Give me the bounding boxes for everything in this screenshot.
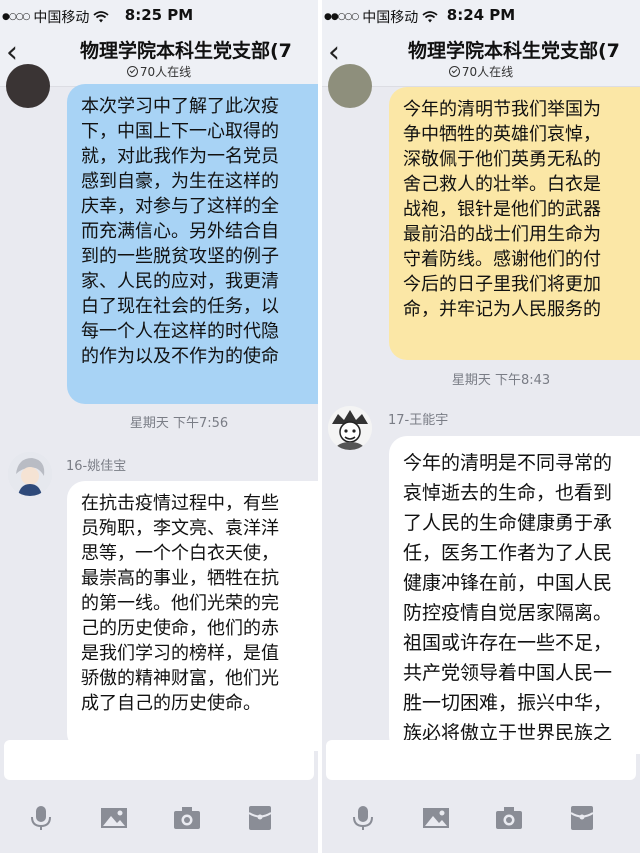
manga-avatar-icon: [328, 406, 372, 450]
message-line: 争中牺牲的英雄们哀悼，: [403, 124, 601, 145]
message-line: 胜一切困难，振兴中华，: [403, 692, 613, 714]
online-count: 70人在线: [139, 65, 192, 79]
message-line: 深敬佩于他们英勇无私的: [403, 149, 601, 170]
message-line: 而充满信心。另外结合自: [81, 221, 279, 242]
message-line: 己的历史使命，他们的赤: [81, 618, 279, 639]
timestamp: 星期天 下午8:43: [451, 373, 551, 388]
message-line: 是我们学习的榜样，是值: [81, 643, 279, 664]
message-line: 哀悼逝去的生命，也看到: [403, 482, 613, 504]
sender-name: 17-王能宇: [388, 413, 449, 428]
avatar[interactable]: [328, 64, 372, 108]
camera-icon[interactable]: [492, 801, 526, 835]
message-line: 的作为以及不作为的使命: [81, 346, 279, 367]
message-bubble[interactable]: 今年的清明节我们举国为 争中牺牲的英雄们哀悼， 深敬佩于他们英勇无私的 舍己救人…: [389, 87, 640, 360]
input-toolbar: [322, 787, 640, 853]
message-line: 今后的日子里我们将更加: [403, 274, 601, 295]
input-toolbar: [0, 787, 318, 853]
message-line: 下，中国上下一心取得的: [81, 121, 279, 142]
camera-icon[interactable]: [170, 801, 204, 835]
red-packet-icon[interactable]: [243, 801, 277, 835]
message-line: 就，对此我作为一名党员: [81, 146, 279, 167]
message-line: 感到自豪，为生在这样的: [81, 171, 279, 192]
image-icon[interactable]: [97, 801, 131, 835]
avatar[interactable]: [6, 64, 50, 108]
chat-screen-left: ●○○○ 中国移动 8:25 PM ‹ 物理学院本科生党支部(7 70人在线 本…: [0, 0, 318, 853]
message-line: 健康冲锋在前，中国人民: [403, 572, 613, 594]
status-time: 8:25 PM: [124, 6, 194, 24]
message-bubble[interactable]: 本次学习中了解了此次疫 下，中国上下一心取得的 就，对此我作为一名党员 感到自豪…: [67, 84, 318, 404]
message-line: 每一个人在这样的时代隐: [81, 321, 279, 342]
message-bubble[interactable]: 在抗击疫情过程中，有些 员殉职，李文亮、袁洋洋 思等，一个个白衣天使， 最崇高的…: [67, 481, 318, 751]
online-check-icon: [126, 66, 138, 77]
message-line: 庆幸，对参与了这样的全: [81, 196, 279, 217]
message-line: 防控疫情自觉居家隔离。: [403, 602, 613, 624]
chat-screen-right: ●●○○○ 中国移动 8:24 PM ‹ 物理学院本科生党支部(7 70人在线 …: [322, 0, 640, 853]
message-line: 在抗击疫情过程中，有些: [81, 493, 279, 514]
message-line: 思等，一个个白衣天使，: [81, 543, 279, 564]
microphone-icon[interactable]: [346, 801, 380, 835]
message-bubble[interactable]: 今年的清明是不同寻常的 哀悼逝去的生命，也看到 了人民的生命健康勇于承 任，医务…: [389, 436, 640, 754]
message-line: 本次学习中了解了此次疫: [81, 96, 279, 117]
online-count: 70人在线: [461, 65, 514, 79]
message-line: 今年的清明节我们举国为: [403, 99, 601, 120]
message-line: 白了现在社会的任务，以: [81, 296, 279, 317]
message-line: 的第一线。他们光荣的完: [81, 593, 279, 614]
message-line: 舍己救人的壮举。白衣是: [403, 174, 601, 195]
message-line: 到的一些脱贫攻坚的例子: [81, 246, 279, 267]
image-icon[interactable]: [419, 801, 453, 835]
cartoon-avatar-icon: [8, 452, 52, 496]
message-line: 骄傲的精神财富，他们光: [81, 668, 279, 689]
message-line: 任，医务工作者为了人民: [403, 542, 613, 564]
message-input[interactable]: [326, 740, 636, 780]
message-line: 守着防线。感谢他们的付: [403, 249, 601, 270]
timestamp: 星期天 下午7:56: [129, 416, 229, 431]
message-input[interactable]: [4, 740, 314, 780]
message-line: 今年的清明是不同寻常的: [403, 452, 613, 474]
message-line: 成了自己的历史使命。: [81, 693, 261, 714]
message-line: 了人民的生命健康勇于承: [403, 512, 613, 534]
status-time: 8:24 PM: [446, 6, 516, 24]
message-line: 命，并牢记为人民服务的: [403, 299, 601, 320]
message-line: 员殉职，李文亮、袁洋洋: [81, 518, 279, 539]
status-bar: ●○○○ 中国移动 8:25 PM: [0, 0, 318, 30]
group-title[interactable]: 物理学院本科生党支部(7: [80, 36, 292, 63]
online-check-icon: [448, 66, 460, 77]
message-line: 战袍，银针是他们的武器: [403, 199, 601, 220]
microphone-icon[interactable]: [24, 801, 58, 835]
sender-name: 16-姚佳宝: [66, 459, 127, 474]
message-line: 最前沿的战士们用生命为: [403, 224, 601, 245]
group-title[interactable]: 物理学院本科生党支部(7: [408, 36, 620, 63]
status-bar: ●●○○○ 中国移动 8:24 PM: [322, 0, 640, 30]
avatar[interactable]: [8, 452, 52, 496]
message-line: 共产党领导着中国人民一: [403, 662, 613, 684]
message-line: 家、人民的应对，我更清: [81, 271, 279, 292]
red-packet-icon[interactable]: [565, 801, 599, 835]
avatar[interactable]: [328, 406, 372, 450]
message-line: 最崇高的事业，牺牲在抗: [81, 568, 279, 589]
message-line: 祖国或许存在一些不足，: [403, 632, 613, 654]
